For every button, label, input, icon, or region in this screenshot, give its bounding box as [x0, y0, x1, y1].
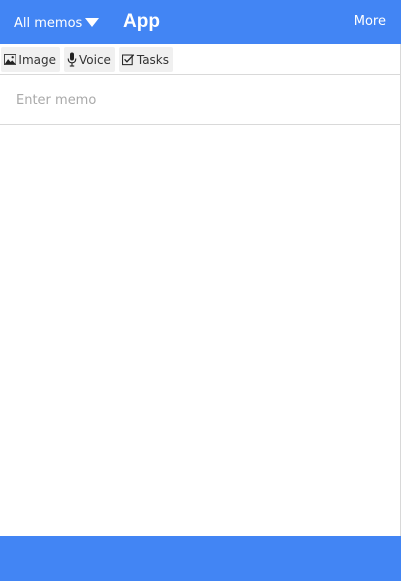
image-button[interactable]: Image [1, 47, 60, 72]
voice-button[interactable]: Voice [64, 47, 115, 72]
microphone-icon [67, 52, 77, 67]
bottom-bar [0, 536, 401, 581]
image-icon [4, 54, 17, 65]
memo-filter-label: All memos [14, 15, 83, 31]
image-button-label: Image [18, 52, 56, 67]
tasks-button-label: Tasks [136, 52, 169, 67]
tasks-button[interactable]: Tasks [119, 47, 173, 72]
memo-list-area [0, 126, 400, 536]
more-button[interactable]: More [354, 14, 386, 29]
app-window: All memos App More Image Voice Tasks Ent… [0, 0, 401, 581]
memo-filter-dropdown[interactable]: All memos [14, 14, 100, 32]
memo-input[interactable] [0, 76, 401, 125]
app-title: App [123, 11, 160, 32]
caret-down-icon [85, 17, 100, 27]
top-app-bar: All memos App More [0, 0, 401, 44]
checkbox-icon [122, 54, 135, 66]
voice-button-label: Voice [79, 52, 111, 67]
attachment-toolbar: Image Voice Tasks [0, 44, 401, 75]
